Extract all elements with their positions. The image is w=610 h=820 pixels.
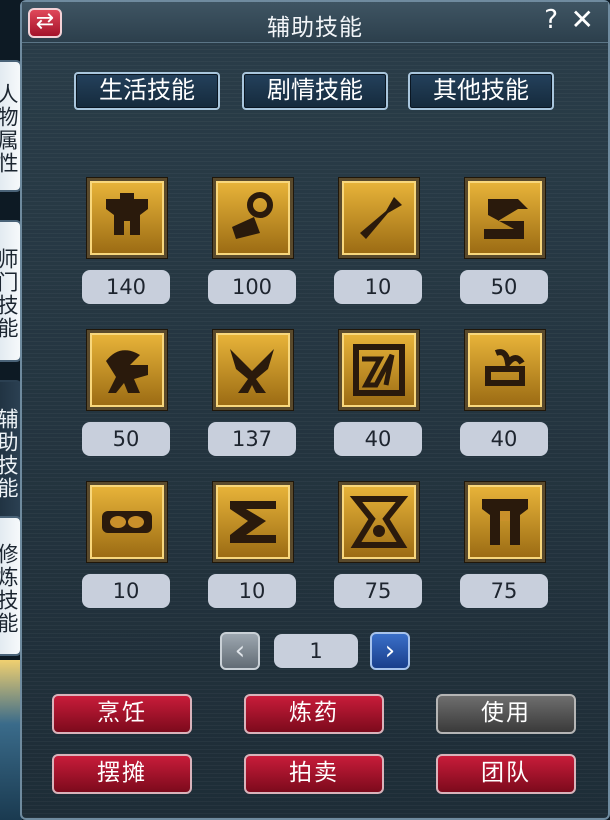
skill-level: 140 <box>82 270 170 304</box>
skill-slot[interactable]: 140 <box>82 178 172 318</box>
skill-slot[interactable]: 75 <box>334 482 424 622</box>
skill-slot[interactable]: 50 <box>460 178 550 318</box>
tab-life-skills[interactable]: 生活技能 <box>74 72 220 110</box>
prev-page-button[interactable]: ‹ <box>220 632 260 670</box>
skill-slot[interactable]: 40 <box>334 330 424 470</box>
skill-slot[interactable]: 137 <box>208 330 298 470</box>
skill-level: 10 <box>334 270 422 304</box>
side-tab-cultivation[interactable]: 修炼技能 <box>0 516 22 656</box>
use-button[interactable]: 使用 <box>436 694 576 734</box>
skill-level: 10 <box>82 574 170 608</box>
skill-icon-7[interactable] <box>339 330 419 410</box>
skill-icon-11[interactable] <box>339 482 419 562</box>
skill-icon-8[interactable] <box>465 330 545 410</box>
skill-level: 50 <box>460 270 548 304</box>
assist-skill-window: ⇄ 辅助技能 ? ✕ 生活技能 剧情技能 其他技能 140 100 10 50 … <box>20 0 610 820</box>
skill-level: 40 <box>460 422 548 456</box>
side-tab-assist-skills[interactable]: 辅助技能 <box>0 380 22 522</box>
side-tab-school-skills[interactable]: 师门技能 <box>0 220 22 362</box>
stall-button[interactable]: 摆摊 <box>52 754 192 794</box>
side-tab-character[interactable]: 人物属性 <box>0 60 22 192</box>
alchemy-button[interactable]: 炼药 <box>244 694 384 734</box>
skill-icon-5[interactable] <box>87 330 167 410</box>
skill-slot[interactable]: 50 <box>82 330 172 470</box>
cook-button[interactable]: 烹饪 <box>52 694 192 734</box>
window-title: 辅助技能 <box>267 15 363 41</box>
skill-slot[interactable]: 10 <box>334 178 424 318</box>
next-page-button[interactable]: › <box>370 632 410 670</box>
close-icon[interactable]: ✕ <box>571 3 594 36</box>
skill-slot[interactable]: 10 <box>208 482 298 622</box>
skill-slot[interactable]: 100 <box>208 178 298 318</box>
skill-level: 50 <box>82 422 170 456</box>
skill-level: 137 <box>208 422 296 456</box>
skill-icon-4[interactable] <box>465 178 545 258</box>
page-number: 1 <box>274 634 358 668</box>
skill-slot[interactable]: 10 <box>82 482 172 622</box>
skill-icon-9[interactable] <box>87 482 167 562</box>
tab-other-skills[interactable]: 其他技能 <box>408 72 554 110</box>
skill-level: 10 <box>208 574 296 608</box>
skill-icon-2[interactable] <box>213 178 293 258</box>
skill-slot[interactable]: 40 <box>460 330 550 470</box>
skill-slot[interactable]: 75 <box>460 482 550 622</box>
team-button[interactable]: 团队 <box>436 754 576 794</box>
skill-icon-12[interactable] <box>465 482 545 562</box>
skill-level: 100 <box>208 270 296 304</box>
skill-icon-3[interactable] <box>339 178 419 258</box>
tab-story-skills[interactable]: 剧情技能 <box>242 72 388 110</box>
auction-button[interactable]: 拍卖 <box>244 754 384 794</box>
background-art <box>0 660 22 820</box>
skill-icon-10[interactable] <box>213 482 293 562</box>
skill-icon-6[interactable] <box>213 330 293 410</box>
skill-level: 40 <box>334 422 422 456</box>
skill-level: 75 <box>334 574 422 608</box>
title-bar[interactable]: ⇄ 辅助技能 ? ✕ <box>22 2 608 43</box>
help-icon[interactable]: ? <box>544 5 558 35</box>
skill-icon-1[interactable] <box>87 178 167 258</box>
skill-level: 75 <box>460 574 548 608</box>
